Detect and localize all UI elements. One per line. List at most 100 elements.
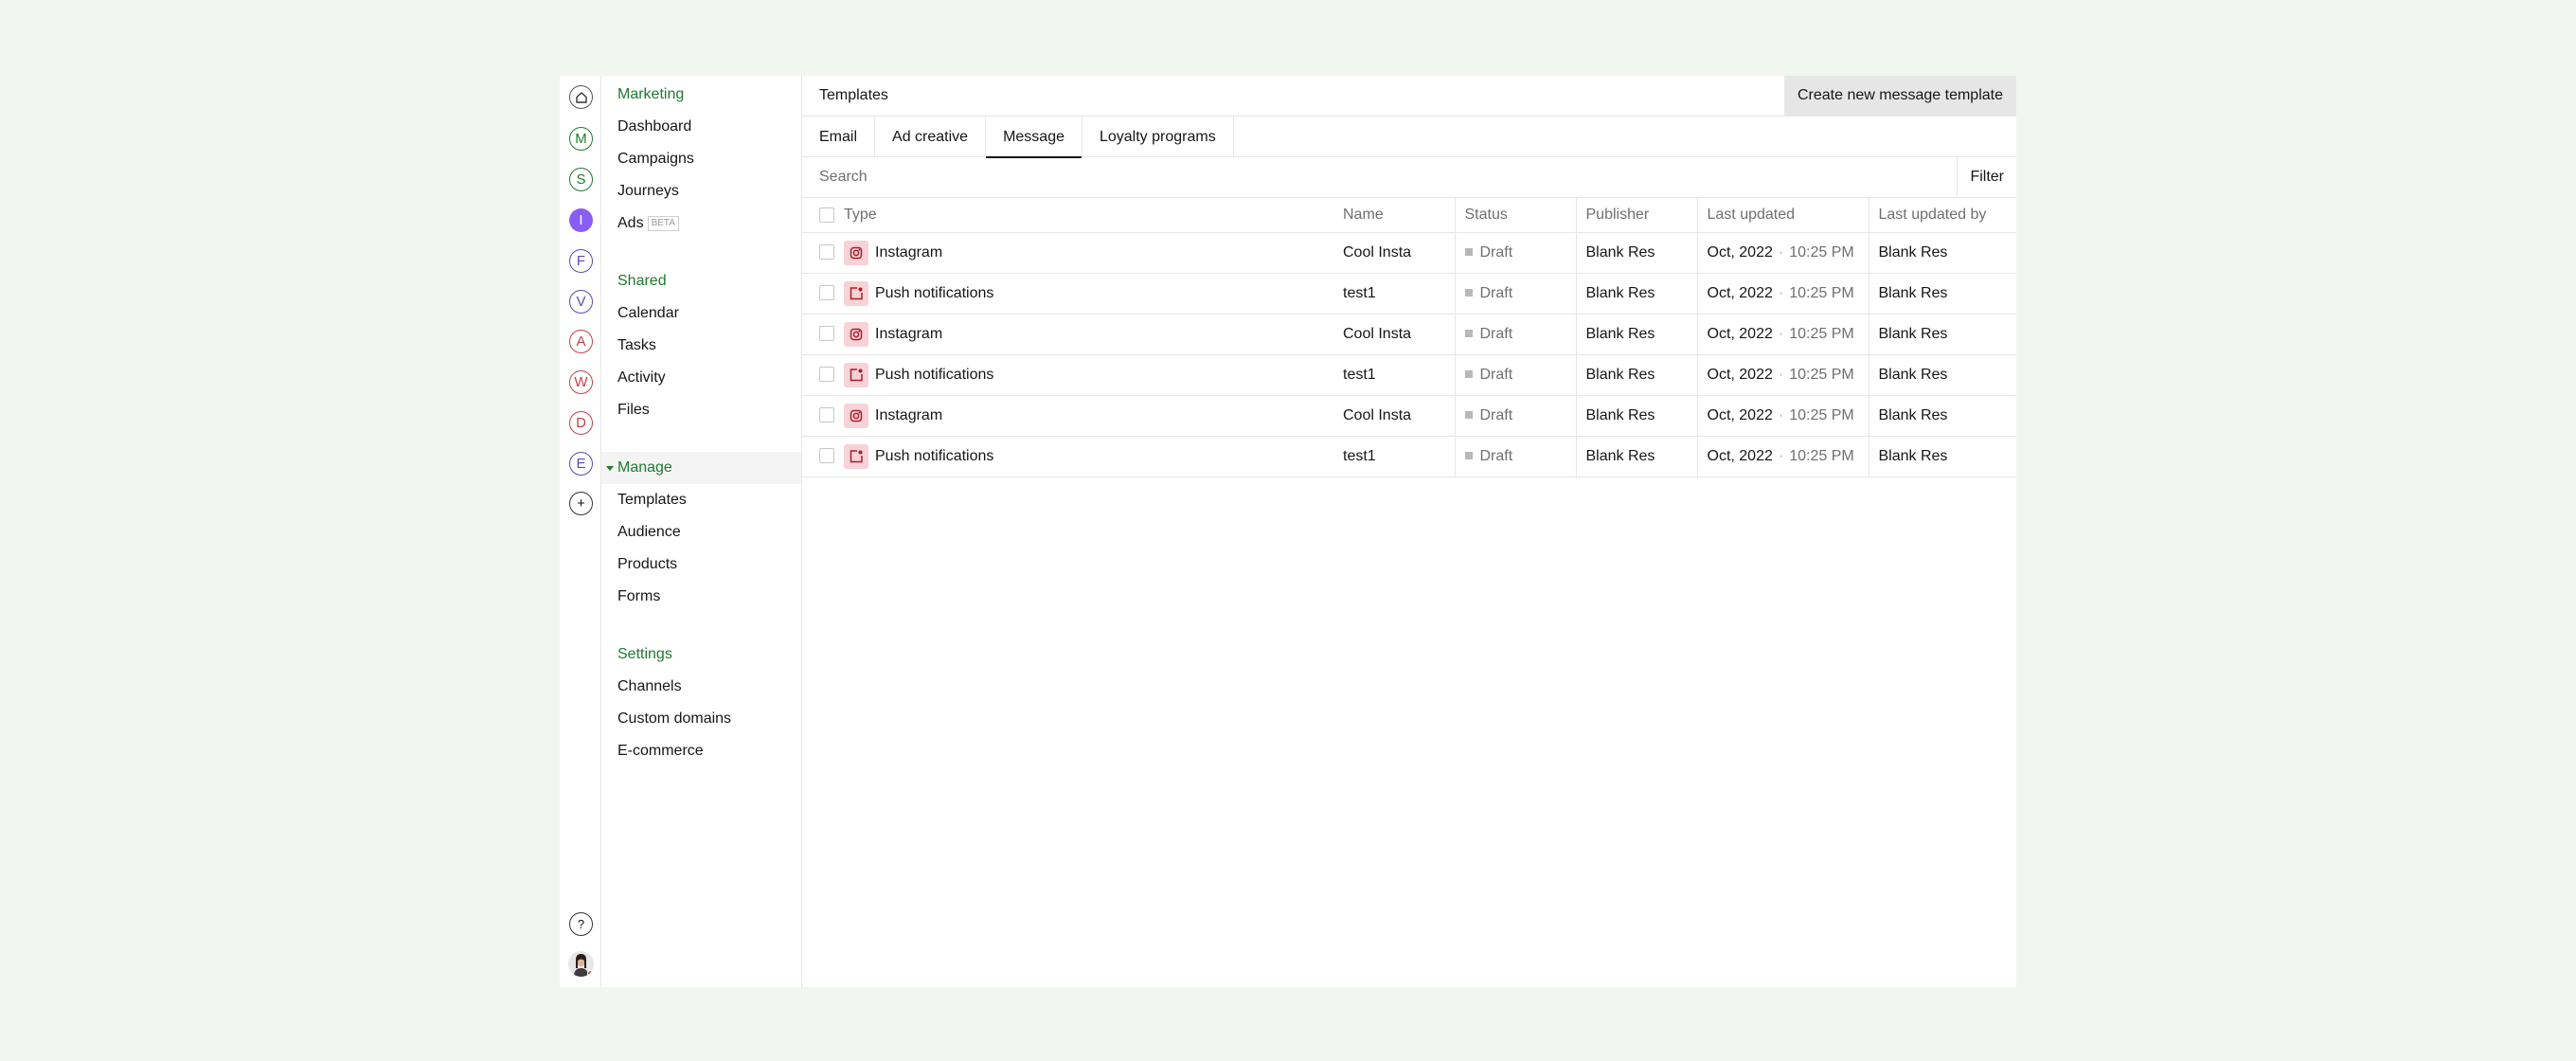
- row-select-cell: [802, 395, 844, 437]
- search-input[interactable]: [802, 157, 1958, 197]
- create-template-button[interactable]: Create new message template: [1784, 75, 2016, 117]
- sidebar-heading-settings[interactable]: Settings: [601, 638, 801, 671]
- rail-app-a[interactable]: A: [569, 330, 593, 353]
- table-row[interactable]: Instagram Cool Insta Draft Blank Res Oct…: [802, 314, 2016, 355]
- sidebar-item-campaigns[interactable]: Campaigns: [601, 143, 801, 175]
- time-label: 10:25 PM: [1789, 447, 1854, 464]
- rail-app-w[interactable]: W: [569, 370, 593, 394]
- help-icon[interactable]: ?: [569, 912, 593, 936]
- separator-dot: ·: [1778, 406, 1784, 423]
- avatar[interactable]: [568, 951, 594, 977]
- column-header-last-updated-by[interactable]: Last updated by: [1868, 198, 2016, 233]
- page-title: Templates: [819, 87, 888, 103]
- sidebar-heading-shared[interactable]: Shared: [601, 265, 801, 297]
- name-cell: Cool Insta: [1333, 314, 1455, 355]
- push-notification-icon: [844, 443, 868, 469]
- select-all-cell: [802, 198, 844, 233]
- sidebar-item-files[interactable]: Files: [601, 394, 801, 426]
- table-header-row: Type Name Status Publisher Last updated …: [802, 198, 2016, 233]
- last-updated-cell: Oct, 2022 · 10:25 PM: [1696, 436, 1869, 477]
- separator-dot: ·: [1778, 325, 1784, 342]
- main-content: Templates Create new message template Em…: [802, 75, 2016, 987]
- status-cell: Draft: [1454, 314, 1576, 355]
- row-checkbox[interactable]: [819, 244, 834, 261]
- separator-dot: ·: [1778, 284, 1784, 301]
- rail-app-d[interactable]: D: [569, 411, 593, 435]
- sidebar-heading-manage[interactable]: Manage: [601, 452, 801, 484]
- rail-app-s[interactable]: S: [569, 168, 593, 191]
- select-all-checkbox[interactable]: [819, 207, 834, 223]
- sidebar-item-e-commerce[interactable]: E-commerce: [601, 735, 801, 767]
- table-row[interactable]: Instagram Cool Insta Draft Blank Res Oct…: [802, 232, 2016, 274]
- column-header-name[interactable]: Name: [1333, 198, 1455, 233]
- sidebar-item-ads[interactable]: Ads BETA: [601, 207, 801, 240]
- row-checkbox[interactable]: [819, 326, 834, 342]
- tab-message[interactable]: Message: [986, 117, 1082, 158]
- row-select-cell: [802, 436, 844, 477]
- sidebar-item-products[interactable]: Products: [601, 548, 801, 581]
- type-cell: Push notifications: [844, 436, 1333, 477]
- type-cell: Push notifications: [844, 354, 1333, 396]
- column-header-last-updated[interactable]: Last updated: [1696, 198, 1869, 233]
- table-row[interactable]: Instagram Cool Insta Draft Blank Res Oct…: [802, 395, 2016, 437]
- time-label: 10:25 PM: [1789, 243, 1854, 261]
- sidebar-item-channels[interactable]: Channels: [601, 671, 801, 703]
- status-label: Draft: [1479, 447, 1513, 464]
- tab-ad-creative[interactable]: Ad creative: [875, 117, 987, 157]
- table-row[interactable]: Push notifications test1 Draft Blank Res…: [802, 354, 2016, 396]
- tab-loyalty-programs[interactable]: Loyalty programs: [1082, 117, 1234, 157]
- table-row[interactable]: Push notifications test1 Draft Blank Res…: [802, 436, 2016, 477]
- publisher-cell: Blank Res: [1575, 232, 1697, 274]
- rail-app-e[interactable]: E: [569, 452, 593, 476]
- time-label: 10:25 PM: [1789, 284, 1854, 301]
- sidebar-item-calendar[interactable]: Calendar: [601, 297, 801, 330]
- sidebar-item-templates[interactable]: Templates: [601, 484, 801, 516]
- sidebar-item-journeys[interactable]: Journeys: [601, 175, 801, 207]
- column-header-type[interactable]: Type: [844, 198, 1333, 233]
- row-checkbox[interactable]: [819, 448, 834, 464]
- status-indicator: [1464, 369, 1473, 378]
- status-label: Draft: [1479, 284, 1513, 301]
- updated-by-cell: Blank Res: [1868, 436, 2016, 477]
- home-icon[interactable]: [569, 85, 593, 109]
- rail-app-f[interactable]: F: [569, 249, 593, 273]
- status-cell: Draft: [1454, 232, 1576, 274]
- rail-app-v[interactable]: V: [569, 290, 593, 314]
- status-indicator: [1464, 410, 1473, 419]
- publisher-cell: Blank Res: [1575, 354, 1697, 396]
- time-label: 10:25 PM: [1789, 325, 1854, 342]
- publisher-cell: Blank Res: [1575, 436, 1697, 477]
- sidebar-item-audience[interactable]: Audience: [601, 516, 801, 548]
- rail-app-i[interactable]: I: [569, 208, 593, 232]
- instagram-icon: [844, 403, 868, 428]
- status-indicator: [1464, 288, 1473, 297]
- row-select-cell: [802, 354, 844, 396]
- status-cell: Draft: [1454, 395, 1576, 437]
- tab-email[interactable]: Email: [802, 117, 876, 157]
- time-label: 10:25 PM: [1789, 406, 1854, 423]
- status-indicator: [1464, 451, 1473, 459]
- status-cell: Draft: [1454, 273, 1576, 315]
- row-select-cell: [802, 232, 844, 274]
- filter-button[interactable]: Filter: [1957, 157, 2016, 197]
- sidebar-item-custom-domains[interactable]: Custom domains: [601, 703, 801, 735]
- column-header-publisher[interactable]: Publisher: [1575, 198, 1697, 233]
- sidebar-item-forms[interactable]: Forms: [601, 581, 801, 613]
- rail-app-m[interactable]: M: [569, 127, 593, 151]
- sidebar-item-activity[interactable]: Activity: [601, 362, 801, 394]
- type-label: Push notifications: [875, 284, 994, 301]
- add-app-button[interactable]: +: [569, 492, 593, 515]
- updated-by-cell: Blank Res: [1868, 314, 2016, 355]
- row-checkbox[interactable]: [819, 285, 834, 301]
- table-row[interactable]: Push notifications test1 Draft Blank Res…: [802, 273, 2016, 315]
- column-header-status[interactable]: Status: [1454, 198, 1576, 233]
- instagram-icon: [844, 240, 868, 265]
- caret-down-icon: [606, 466, 614, 471]
- row-checkbox[interactable]: [819, 367, 834, 383]
- row-checkbox[interactable]: [819, 407, 834, 423]
- status-cell: Draft: [1454, 436, 1576, 477]
- sidebar-item-label: Ads: [617, 215, 644, 231]
- sidebar-item-dashboard[interactable]: Dashboard: [601, 111, 801, 143]
- sidebar-heading-marketing[interactable]: Marketing: [601, 79, 801, 111]
- sidebar-item-tasks[interactable]: Tasks: [601, 330, 801, 362]
